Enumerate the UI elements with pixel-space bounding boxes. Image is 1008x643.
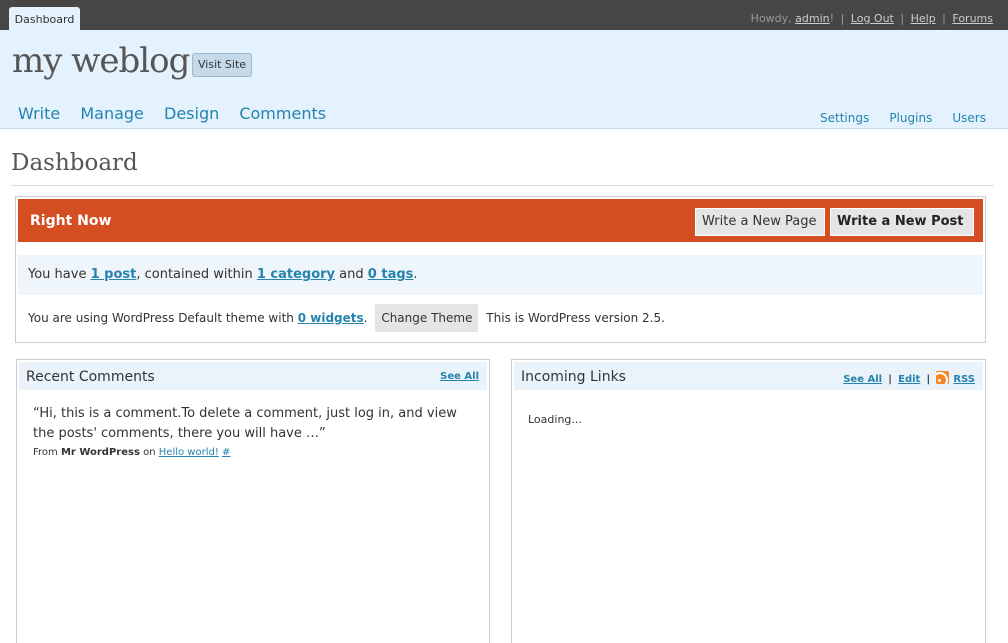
see-all-link[interactable]: See All: [440, 371, 479, 382]
widget-links: See All: [440, 371, 479, 382]
divider: [11, 185, 994, 186]
separator: |: [840, 12, 845, 25]
top-bar: Dashboard Howdy, admin! | Log Out | Help…: [0, 0, 1008, 30]
user-info: Howdy, admin! | Log Out | Help | Forums: [751, 12, 993, 25]
summary-text: , contained within: [136, 267, 253, 282]
summary-text: .: [413, 267, 418, 282]
rss-icon[interactable]: [936, 371, 950, 384]
logout-link[interactable]: Log Out: [851, 12, 894, 25]
write-new-post-button[interactable]: Write a New Post: [830, 208, 974, 236]
nav-comments[interactable]: Comments: [239, 104, 326, 123]
comment-meta: From Mr WordPress on Hello world! #: [33, 447, 230, 458]
tags-link[interactable]: 0 tags: [368, 267, 414, 282]
summary-text: and: [339, 267, 364, 282]
user-link[interactable]: admin: [795, 12, 829, 25]
dashboard-tab[interactable]: Dashboard: [9, 7, 80, 30]
nav-design[interactable]: Design: [164, 104, 219, 123]
version-text: This is WordPress version 2.5.: [486, 311, 665, 325]
edit-link[interactable]: Edit: [898, 374, 920, 385]
see-all-link[interactable]: See All: [843, 374, 882, 385]
widget-links: See All | Edit | RSS: [843, 371, 975, 385]
howdy-text: Howdy,: [750, 12, 792, 25]
comment-author: Mr WordPress: [60, 447, 140, 458]
blog-title[interactable]: my weblog: [12, 41, 190, 81]
help-link[interactable]: Help: [911, 12, 936, 25]
main-nav: Write Manage Design Comments: [18, 104, 341, 123]
change-theme-button[interactable]: Change Theme: [375, 304, 479, 332]
nav-users[interactable]: Users: [952, 111, 986, 125]
posts-link[interactable]: 1 post: [91, 267, 137, 282]
comment-permalink[interactable]: #: [222, 447, 230, 458]
right-now-title: Right Now: [30, 213, 112, 229]
widget-title: Recent Comments: [26, 369, 155, 385]
recent-comments-widget: Recent Comments See All “Hi, this is a c…: [16, 359, 490, 643]
theme-text: .: [363, 311, 368, 325]
nav-settings[interactable]: Settings: [820, 111, 869, 125]
separator: |: [900, 12, 905, 25]
post-link[interactable]: Hello world!: [159, 447, 219, 458]
visit-site-button[interactable]: Visit Site: [192, 53, 253, 77]
nav-plugins[interactable]: Plugins: [889, 111, 932, 125]
separator: |: [942, 12, 946, 25]
theme-summary: You are using WordPress Default theme wi…: [18, 303, 983, 333]
widget-title: Incoming Links: [521, 369, 626, 385]
summary-text: You have: [28, 267, 87, 282]
nav-manage[interactable]: Manage: [80, 104, 144, 123]
categories-link[interactable]: 1 category: [257, 267, 335, 282]
forums-link[interactable]: Forums: [952, 12, 993, 25]
admin-header: my weblog Visit Site Write Manage Design…: [0, 30, 1008, 129]
widget-header: Incoming Links See All | Edit | RSS: [514, 362, 983, 390]
user-suffix: !: [829, 12, 835, 25]
from-text: From: [33, 447, 58, 458]
write-new-page-button[interactable]: Write a New Page: [695, 208, 825, 236]
separator: |: [888, 374, 892, 385]
rss-link[interactable]: RSS: [953, 374, 975, 385]
on-text: on: [143, 447, 156, 458]
comment-excerpt: “Hi, this is a comment.To delete a comme…: [33, 406, 457, 441]
theme-text: You are using WordPress Default theme wi…: [28, 311, 294, 325]
widgets-link[interactable]: 0 widgets: [298, 311, 364, 325]
page-title: Dashboard: [11, 150, 138, 176]
right-now-box: Right Now Write a New Page Write a New P…: [15, 196, 986, 343]
separator: |: [926, 374, 931, 385]
right-now-header: Right Now Write a New Page Write a New P…: [18, 199, 983, 242]
sub-nav: Settings Plugins Users: [805, 107, 986, 126]
loading-status: Loading...: [528, 413, 582, 426]
incoming-links-widget: Incoming Links See All | Edit | RSS Load…: [511, 359, 986, 643]
nav-write[interactable]: Write: [18, 104, 60, 123]
widget-header: Recent Comments See All: [19, 362, 487, 390]
content-summary: You have 1 post, contained within 1 cate…: [18, 255, 983, 295]
